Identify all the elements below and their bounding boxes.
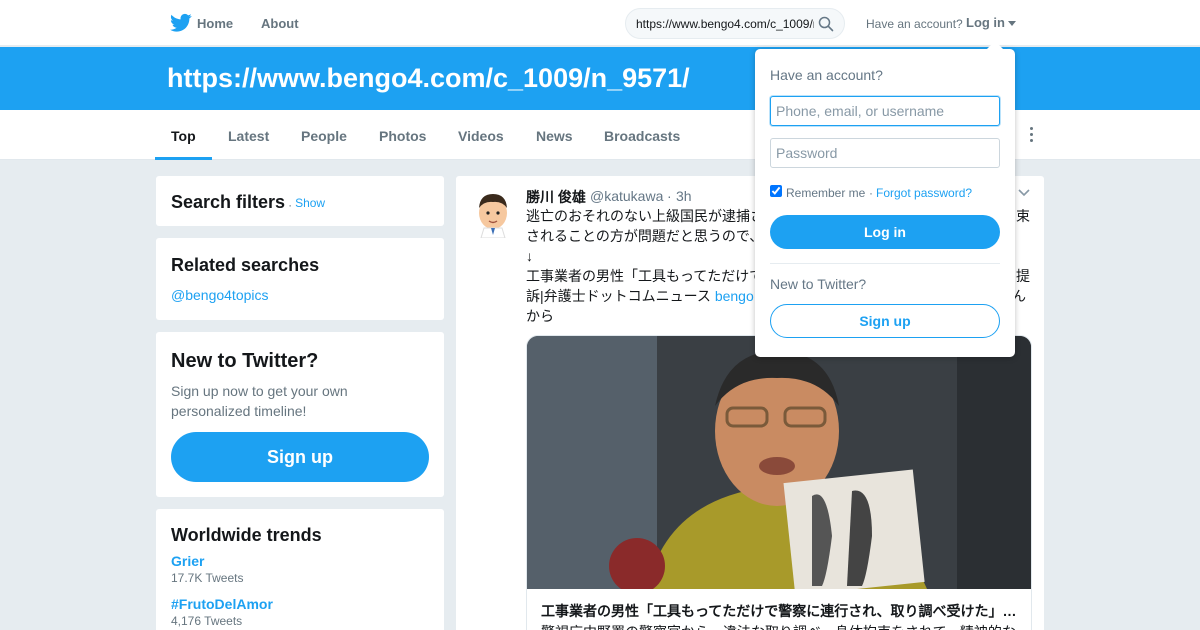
forgot-password-link[interactable]: Forgot password? (876, 186, 972, 200)
separator-dot: · (869, 186, 873, 200)
nav-about-link[interactable]: About (261, 16, 299, 31)
search-box[interactable] (625, 8, 845, 39)
tweet-text-line: 訴|弁護士ドットコムニュース (526, 288, 715, 304)
top-navigation-bar: Home About Have an account? Log in (0, 0, 1200, 46)
tweet-text-line: 逃亡のおそれのない上級国民が逮捕さ (526, 208, 764, 224)
login-button[interactable]: Log in (770, 215, 1000, 249)
search-filters-card: Search filters · Show (156, 176, 444, 226)
tweet-text-line: ↓ (526, 248, 533, 264)
tweet-text-line: 工事業者の男性「工具もってただけで (526, 268, 764, 284)
trend-item-name[interactable]: #FrutoDelAmor (171, 596, 273, 612)
user-avatar[interactable] (472, 186, 514, 238)
search-tabs: Top Latest People Photos Videos News Bro… (0, 110, 1200, 160)
show-filters-link[interactable]: Show (295, 196, 325, 210)
tab-people[interactable]: People (301, 128, 347, 144)
username-field[interactable] (770, 96, 1000, 126)
tweet-timestamp[interactable]: 3h (676, 188, 692, 204)
tab-top[interactable]: Top (171, 128, 196, 144)
tweet-text-line: から (526, 308, 554, 324)
remember-me-checkbox[interactable] (770, 185, 782, 197)
trend-item-name[interactable]: Grier (171, 553, 204, 569)
tab-latest[interactable]: Latest (228, 128, 269, 144)
search-filters-title: Search filters (171, 192, 286, 212)
tweet-text-fragment: 束 (1016, 208, 1030, 224)
tab-broadcasts[interactable]: Broadcasts (604, 128, 680, 144)
nav-home-link[interactable]: Home (197, 16, 233, 31)
login-dropdown-toggle[interactable]: Log in (966, 15, 1005, 30)
tab-news[interactable]: News (536, 128, 573, 144)
caret-down-icon[interactable] (1008, 21, 1016, 26)
tweet-text-line: されることの方が問題だと思うので、 (526, 228, 764, 244)
separator-dot: · (667, 188, 672, 204)
tweet-text-fragment: 提 (1016, 268, 1030, 284)
tab-photos[interactable]: Photos (379, 128, 426, 144)
search-query-title: https://www.bengo4.com/c_1009/n_9571/ (167, 63, 690, 93)
twitter-bird-icon[interactable] (170, 13, 192, 33)
password-field[interactable] (770, 138, 1000, 168)
link-card-description: 警視庁中野署の警察官から、違法な取り調べ・身体拘束をされて、精神的な (541, 622, 1019, 630)
new-to-twitter-card: New to Twitter? Sign up now to get your … (156, 332, 444, 497)
chevron-down-icon[interactable] (1018, 189, 1030, 197)
separator-dot: · (288, 198, 293, 212)
new-to-twitter-title: New to Twitter? (171, 350, 319, 372)
login-dropdown-title: Have an account? (770, 67, 883, 83)
new-to-twitter-label: New to Twitter? (770, 276, 867, 292)
divider (770, 263, 1000, 264)
tweet-author-name[interactable]: 勝川 俊雄 (526, 187, 586, 207)
tweet-author-handle[interactable]: @katukawa (590, 188, 663, 204)
more-options-icon[interactable] (1029, 127, 1035, 143)
tweet-link[interactable]: bengo (715, 288, 754, 304)
dropdown-caret (987, 41, 1003, 49)
tab-videos[interactable]: Videos (458, 128, 504, 144)
trend-item-count: 4,176 Tweets (171, 614, 243, 628)
search-banner: https://www.bengo4.com/c_1009/n_9571/ (0, 47, 1200, 110)
search-icon[interactable] (818, 16, 834, 32)
remember-me-label[interactable]: Remember me (786, 186, 865, 200)
login-dropdown: Have an account? Remember me · Forgot pa… (755, 41, 1015, 357)
related-searches-title: Related searches (171, 255, 320, 275)
new-to-twitter-description: Sign up now to get your own personalized… (171, 383, 348, 419)
trends-title: Worldwide trends (171, 525, 322, 545)
related-search-link[interactable]: @bengo4topics (171, 287, 269, 303)
signup-button[interactable]: Sign up (770, 304, 1000, 338)
link-card-title[interactable]: 工事業者の男性「工具もってただけで警察に連行され、取り調べ受けた」… (541, 601, 1019, 621)
search-input[interactable] (636, 15, 814, 33)
news-photo (527, 336, 1031, 589)
have-account-text: Have an account? (866, 17, 963, 31)
related-searches-card: Related searches @bengo4topics (156, 238, 444, 320)
active-tab-indicator (155, 157, 212, 160)
tweet-link-card[interactable]: 工事業者の男性「工具もってただけで警察に連行され、取り調べ受けた」… 警視庁中野… (526, 335, 1032, 630)
trend-item-count: 17.7K Tweets (171, 571, 244, 585)
worldwide-trends-card: Worldwide trends Grier 17.7K Tweets #Fru… (156, 509, 444, 630)
sidebar-signup-button[interactable]: Sign up (171, 432, 429, 482)
